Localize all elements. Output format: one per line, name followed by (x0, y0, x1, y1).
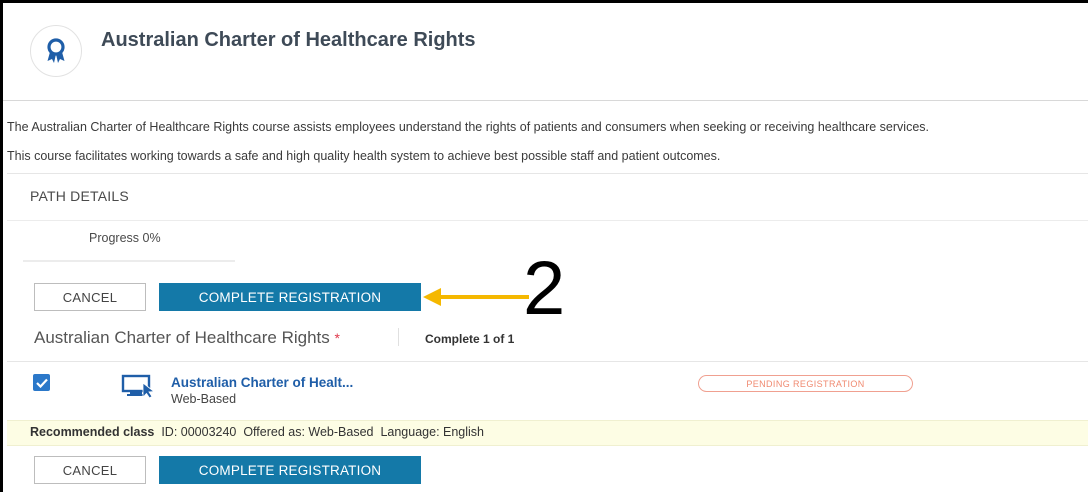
progress-bar (23, 260, 235, 262)
status-badge: PENDING REGISTRATION (698, 375, 913, 392)
monitor-cursor-icon (121, 374, 156, 398)
complete-registration-button-bottom[interactable]: COMPLETE REGISTRATION (159, 456, 421, 484)
page-header: Australian Charter of Healthcare Rights (3, 3, 1088, 101)
language: Language: English (380, 425, 485, 439)
award-ribbon-icon (47, 38, 65, 63)
completion-count: Complete 1 of 1 (425, 332, 515, 346)
check-icon (35, 378, 48, 388)
course-name-text: Australian Charter of Healthcare Rights (34, 328, 330, 347)
course-logo (30, 25, 82, 77)
cancel-button-top[interactable]: CANCEL (34, 283, 146, 311)
recommended-class-info: Recommended class ID: 00003240 Offered a… (30, 425, 484, 439)
recommended-label: Recommended class (30, 425, 155, 439)
cancel-button-bottom[interactable]: CANCEL (34, 456, 146, 484)
course-item-type: Web-Based (171, 392, 237, 406)
annotation-arrow (423, 288, 529, 306)
heading-divider (398, 328, 399, 346)
course-description-line-2: This course facilitates working towards … (7, 149, 721, 163)
page-frame: Australian Charter of Healthcare Rights … (3, 3, 1088, 492)
course-description-line-1: The Australian Charter of Healthcare Rig… (7, 120, 930, 134)
row-separator (7, 361, 1088, 362)
path-details-section (7, 173, 1088, 221)
course-item-title-link[interactable]: Australian Charter of Healt... (171, 375, 353, 390)
course-name-heading: Australian Charter of Healthcare Rights … (34, 328, 340, 348)
offered-as: Offered as: Web-Based (243, 425, 374, 439)
progress-text: Progress 0% (89, 231, 161, 245)
annotation-step-number: 2 (523, 246, 566, 331)
required-marker: * (334, 330, 340, 346)
path-details-heading: PATH DETAILS (30, 188, 129, 204)
class-id: ID: 00003240 (161, 425, 237, 439)
page-title: Australian Charter of Healthcare Rights (101, 29, 476, 51)
complete-registration-button-top[interactable]: COMPLETE REGISTRATION (159, 283, 421, 311)
course-item-checkbox[interactable] (33, 374, 50, 391)
